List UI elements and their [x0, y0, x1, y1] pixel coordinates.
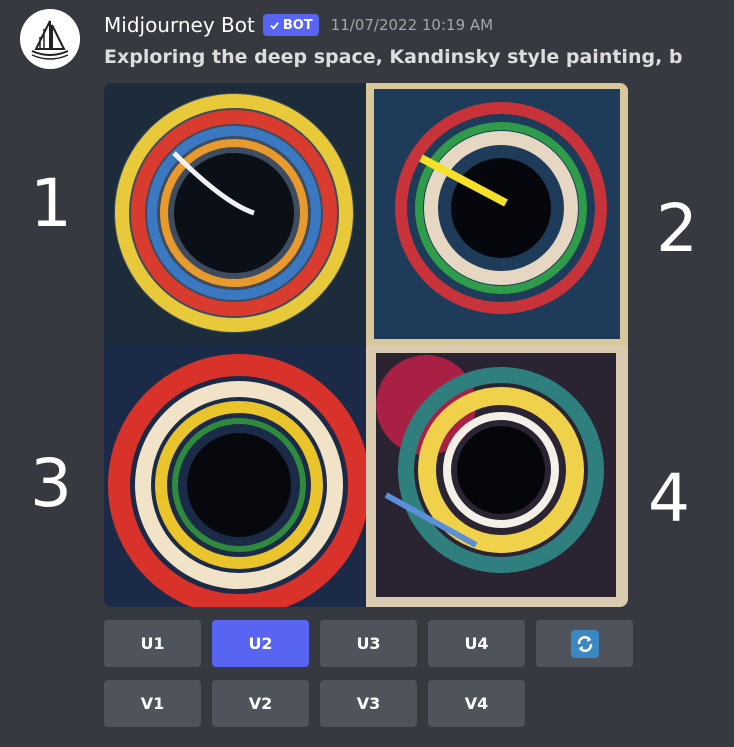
- checkmark-icon: [270, 21, 279, 30]
- reroll-button[interactable]: [536, 620, 633, 667]
- upscale-1-button[interactable]: U1: [104, 620, 201, 667]
- image-1[interactable]: [104, 83, 366, 345]
- upscale-3-button[interactable]: U3: [320, 620, 417, 667]
- sailboat-icon: [20, 9, 80, 69]
- upscale-2-button[interactable]: U2: [212, 620, 309, 667]
- refresh-icon: [570, 629, 599, 658]
- bot-badge: BOT: [262, 14, 319, 36]
- variation-4-button[interactable]: V4: [428, 680, 525, 727]
- message-header: Midjourney Bot BOT 11/07/2022 10:19 AM: [104, 10, 493, 40]
- avatar[interactable]: [20, 9, 80, 69]
- image-grid[interactable]: [104, 83, 628, 607]
- timestamp: 11/07/2022 10:19 AM: [330, 16, 494, 34]
- image-label-4: 4: [648, 460, 690, 537]
- variation-1-button[interactable]: V1: [104, 680, 201, 727]
- image-label-2: 2: [656, 190, 698, 267]
- image-2[interactable]: [366, 83, 628, 345]
- author-name[interactable]: Midjourney Bot: [104, 13, 255, 37]
- image-3[interactable]: [104, 345, 366, 607]
- image-label-1: 1: [30, 165, 72, 242]
- image-4[interactable]: [366, 345, 628, 607]
- image-label-3: 3: [30, 445, 72, 522]
- variation-3-button[interactable]: V3: [320, 680, 417, 727]
- variation-2-button[interactable]: V2: [212, 680, 309, 727]
- upscale-4-button[interactable]: U4: [428, 620, 525, 667]
- bot-badge-label: BOT: [282, 17, 313, 33]
- prompt-text: Exploring the deep space, Kandinsky styl…: [104, 46, 683, 68]
